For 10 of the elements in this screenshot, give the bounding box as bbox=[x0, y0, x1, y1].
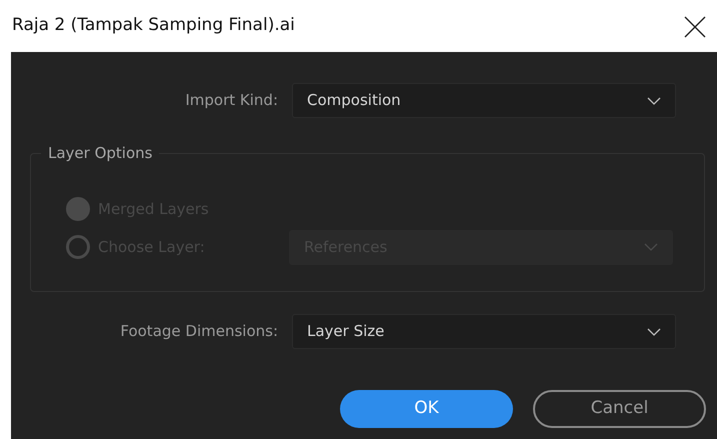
chevron-icon bbox=[647, 96, 661, 104]
dropdown[interactable]: Composition bbox=[292, 83, 676, 118]
dropdown[interactable]: Layer Size bbox=[292, 314, 676, 349]
cancel-button[interactable]: Cancel bbox=[533, 390, 706, 428]
field-label: Footage Dimensions: bbox=[119, 321, 279, 342]
window-title: Raja 2 (Tampak Samping Final).ai bbox=[12, 14, 295, 38]
close-icon bbox=[684, 16, 706, 38]
chevron-icon bbox=[647, 328, 661, 336]
field-label: Import Kind: bbox=[184, 90, 279, 112]
chevron-icon bbox=[644, 243, 658, 251]
